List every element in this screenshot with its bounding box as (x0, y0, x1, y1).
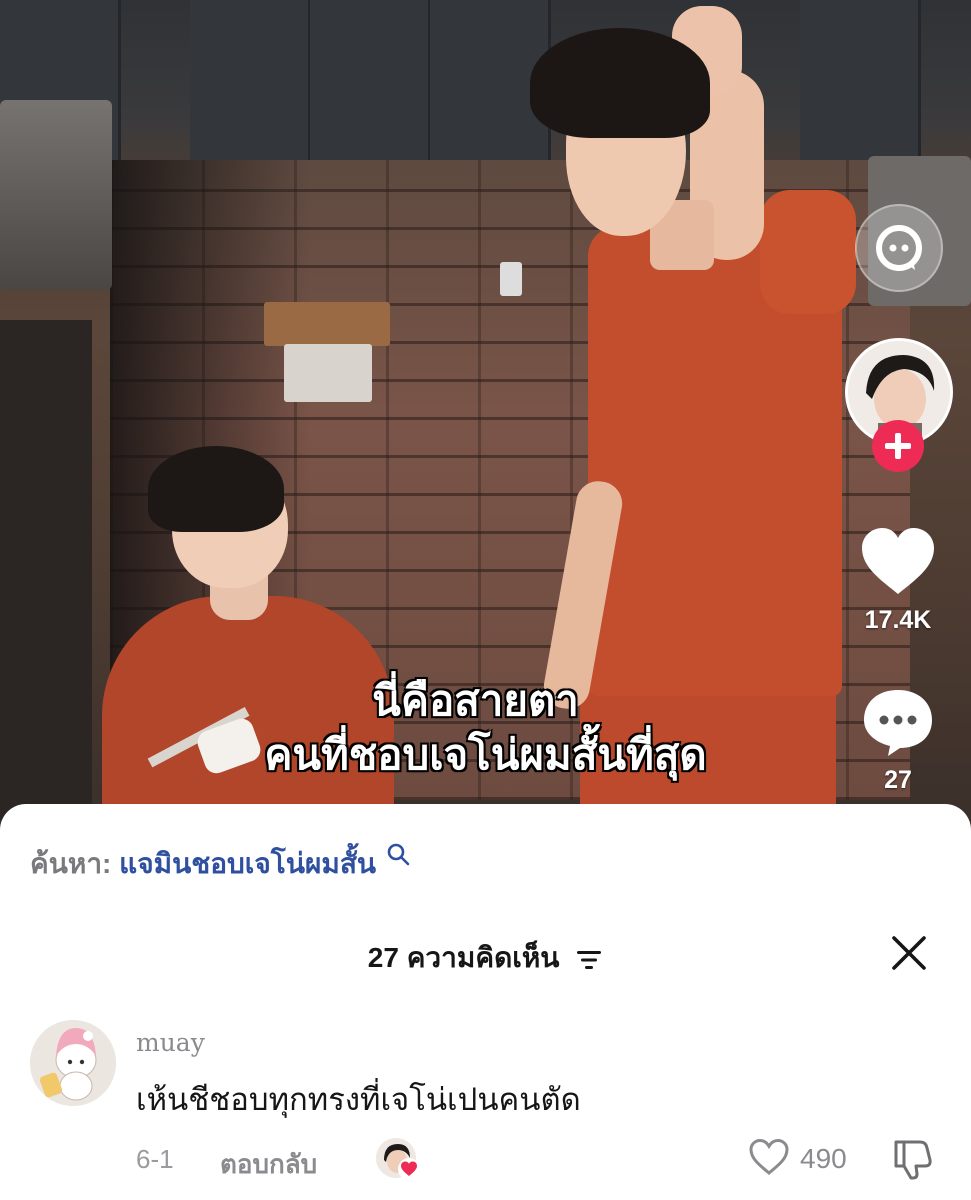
follow-button[interactable] (872, 420, 924, 472)
background-wall (190, 0, 311, 160)
comment-bubble-icon (864, 690, 932, 756)
background-wall (310, 0, 431, 160)
comments-header: 27 ความคิดเห็น (0, 932, 971, 976)
video-caption-line2: คนที่ชอบเจโน่ผมสั้นที่สุด (264, 731, 707, 778)
filter-icon[interactable] (575, 948, 603, 972)
search-term-link[interactable]: แจมินชอบเจโน่ผมสั้น (119, 848, 376, 879)
comments-title-wrap: 27 ความคิดเห็น (0, 936, 971, 980)
person-standing-hair (530, 28, 710, 138)
video-caption-line1: นี่คือสายตา (372, 677, 579, 724)
search-prefix: ค้นหา: (30, 848, 112, 879)
search-icon (387, 843, 410, 866)
creator-liked-heart-icon (398, 1158, 420, 1180)
close-icon (892, 936, 926, 970)
commenter-avatar[interactable] (30, 1020, 116, 1106)
search-bubble-button[interactable] (855, 204, 943, 292)
close-button[interactable] (888, 932, 930, 974)
reply-button[interactable]: ตอบกลับ (220, 1144, 317, 1185)
comment-date: 6-1 (136, 1144, 174, 1174)
tissue-box (284, 344, 372, 402)
video-player[interactable]: นี่คือสายตา คนที่ชอบเจโน่ผมสั้นที่สุด 17… (0, 0, 971, 830)
wall-socket (500, 262, 522, 296)
search-bubble-icon (876, 225, 922, 271)
wooden-shelf (264, 302, 390, 346)
person-standing-sleeve (760, 190, 856, 314)
thumbs-down-icon[interactable] (890, 1136, 934, 1180)
comments-title: 27 ความคิดเห็น (367, 942, 560, 973)
likes-count: 17.4K (864, 606, 932, 634)
related-search[interactable]: ค้นหา: แจมินชอบเจโน่ผมสั้น (30, 842, 410, 886)
like-button[interactable] (860, 528, 936, 601)
person-seated-hair (148, 446, 284, 532)
background-wall (800, 0, 921, 160)
plus-icon (885, 433, 911, 459)
comment-like-count: 490 (800, 1143, 847, 1174)
commenter-username[interactable]: muay (136, 1028, 205, 1057)
heart-outline-icon[interactable] (748, 1138, 790, 1176)
avatar-image (30, 1020, 116, 1106)
lamp-shade (0, 100, 112, 290)
comment-button[interactable] (862, 688, 934, 763)
comment-text: เห้นชีชอบทุกทรงที่เจโน่เปนคนตัด (136, 1082, 581, 1117)
comments-count: 27 (884, 766, 912, 794)
heart-icon (862, 528, 934, 594)
